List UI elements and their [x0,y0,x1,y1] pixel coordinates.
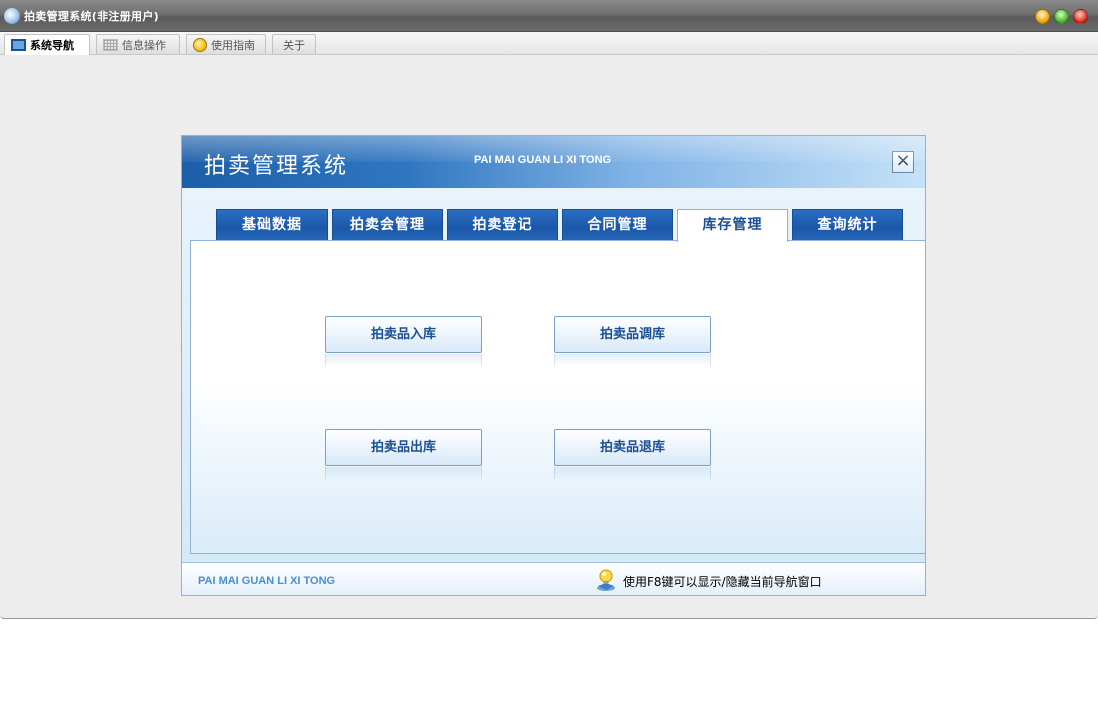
tab-content-area: 拍卖品入库 拍卖品调库 拍卖品出库 拍卖品退库 [190,240,925,554]
button-reflection [554,467,711,479]
grid-icon [103,38,118,51]
tab-inventory-management[interactable]: 库存管理 [677,209,788,242]
panel-subtitle: PAI MAI GUAN LI XI TONG [474,154,612,166]
app-logo-icon [4,8,20,24]
tab-user-guide[interactable]: 使用指南 [186,34,266,54]
maximize-button[interactable] [1054,9,1069,24]
close-window-button[interactable] [1073,9,1088,24]
tab-auction-management[interactable]: 拍卖会管理 [332,209,443,240]
tab-label: 系统导航 [30,39,74,52]
button-reflection [325,467,482,479]
stock-return-button[interactable]: 拍卖品退库 [554,429,711,466]
footer-brand: PAI MAI GUAN LI XI TONG [198,575,336,587]
tab-system-navigation[interactable]: 系统导航 [4,34,90,55]
tab-label: 关于 [283,38,305,52]
button-reflection [554,354,711,366]
stock-transfer-button[interactable]: 拍卖品调库 [554,316,711,353]
tab-info-operation[interactable]: 信息操作 [96,34,180,54]
help-tip-text: 使用F8键可以显示/隐藏当前导航窗口 [623,575,822,589]
panel-header: 拍卖管理系统 PAI MAI GUAN LI XI TONG × [182,136,925,188]
panel-footer: PAI MAI GUAN LI XI TONG 使用F8键可以显示/隐藏当前导航… [182,562,925,595]
app-window: 拍卖管理系统(非注册用户) 系统导航 信息操作 使用指南 关于 拍卖管理系统 P… [0,0,1098,619]
title-bar[interactable]: 拍卖管理系统(非注册用户) [0,0,1098,32]
panel-close-button[interactable]: × [892,151,914,173]
tab-label: 信息操作 [122,38,166,52]
minimize-button[interactable] [1035,9,1050,24]
button-reflection [325,354,482,366]
menu-tab-bar: 系统导航 信息操作 使用指南 关于 [0,32,1098,55]
window-title: 拍卖管理系统(非注册用户) [24,10,159,23]
screen-icon [11,39,26,51]
tab-about[interactable]: 关于 [272,34,316,54]
tab-label: 使用指南 [211,38,255,52]
tab-query-statistics[interactable]: 查询统计 [792,209,903,240]
navigation-panel: 拍卖管理系统 PAI MAI GUAN LI XI TONG × 基础数据 拍卖… [181,135,926,596]
guide-icon [193,37,207,52]
stock-in-button[interactable]: 拍卖品入库 [325,316,482,353]
stock-out-button[interactable]: 拍卖品出库 [325,429,482,466]
tab-contract-management[interactable]: 合同管理 [562,209,673,240]
lightbulb-icon [597,569,615,591]
tab-basic-data[interactable]: 基础数据 [216,209,328,240]
panel-title: 拍卖管理系统 [204,154,349,179]
tab-auction-registration[interactable]: 拍卖登记 [447,209,558,240]
